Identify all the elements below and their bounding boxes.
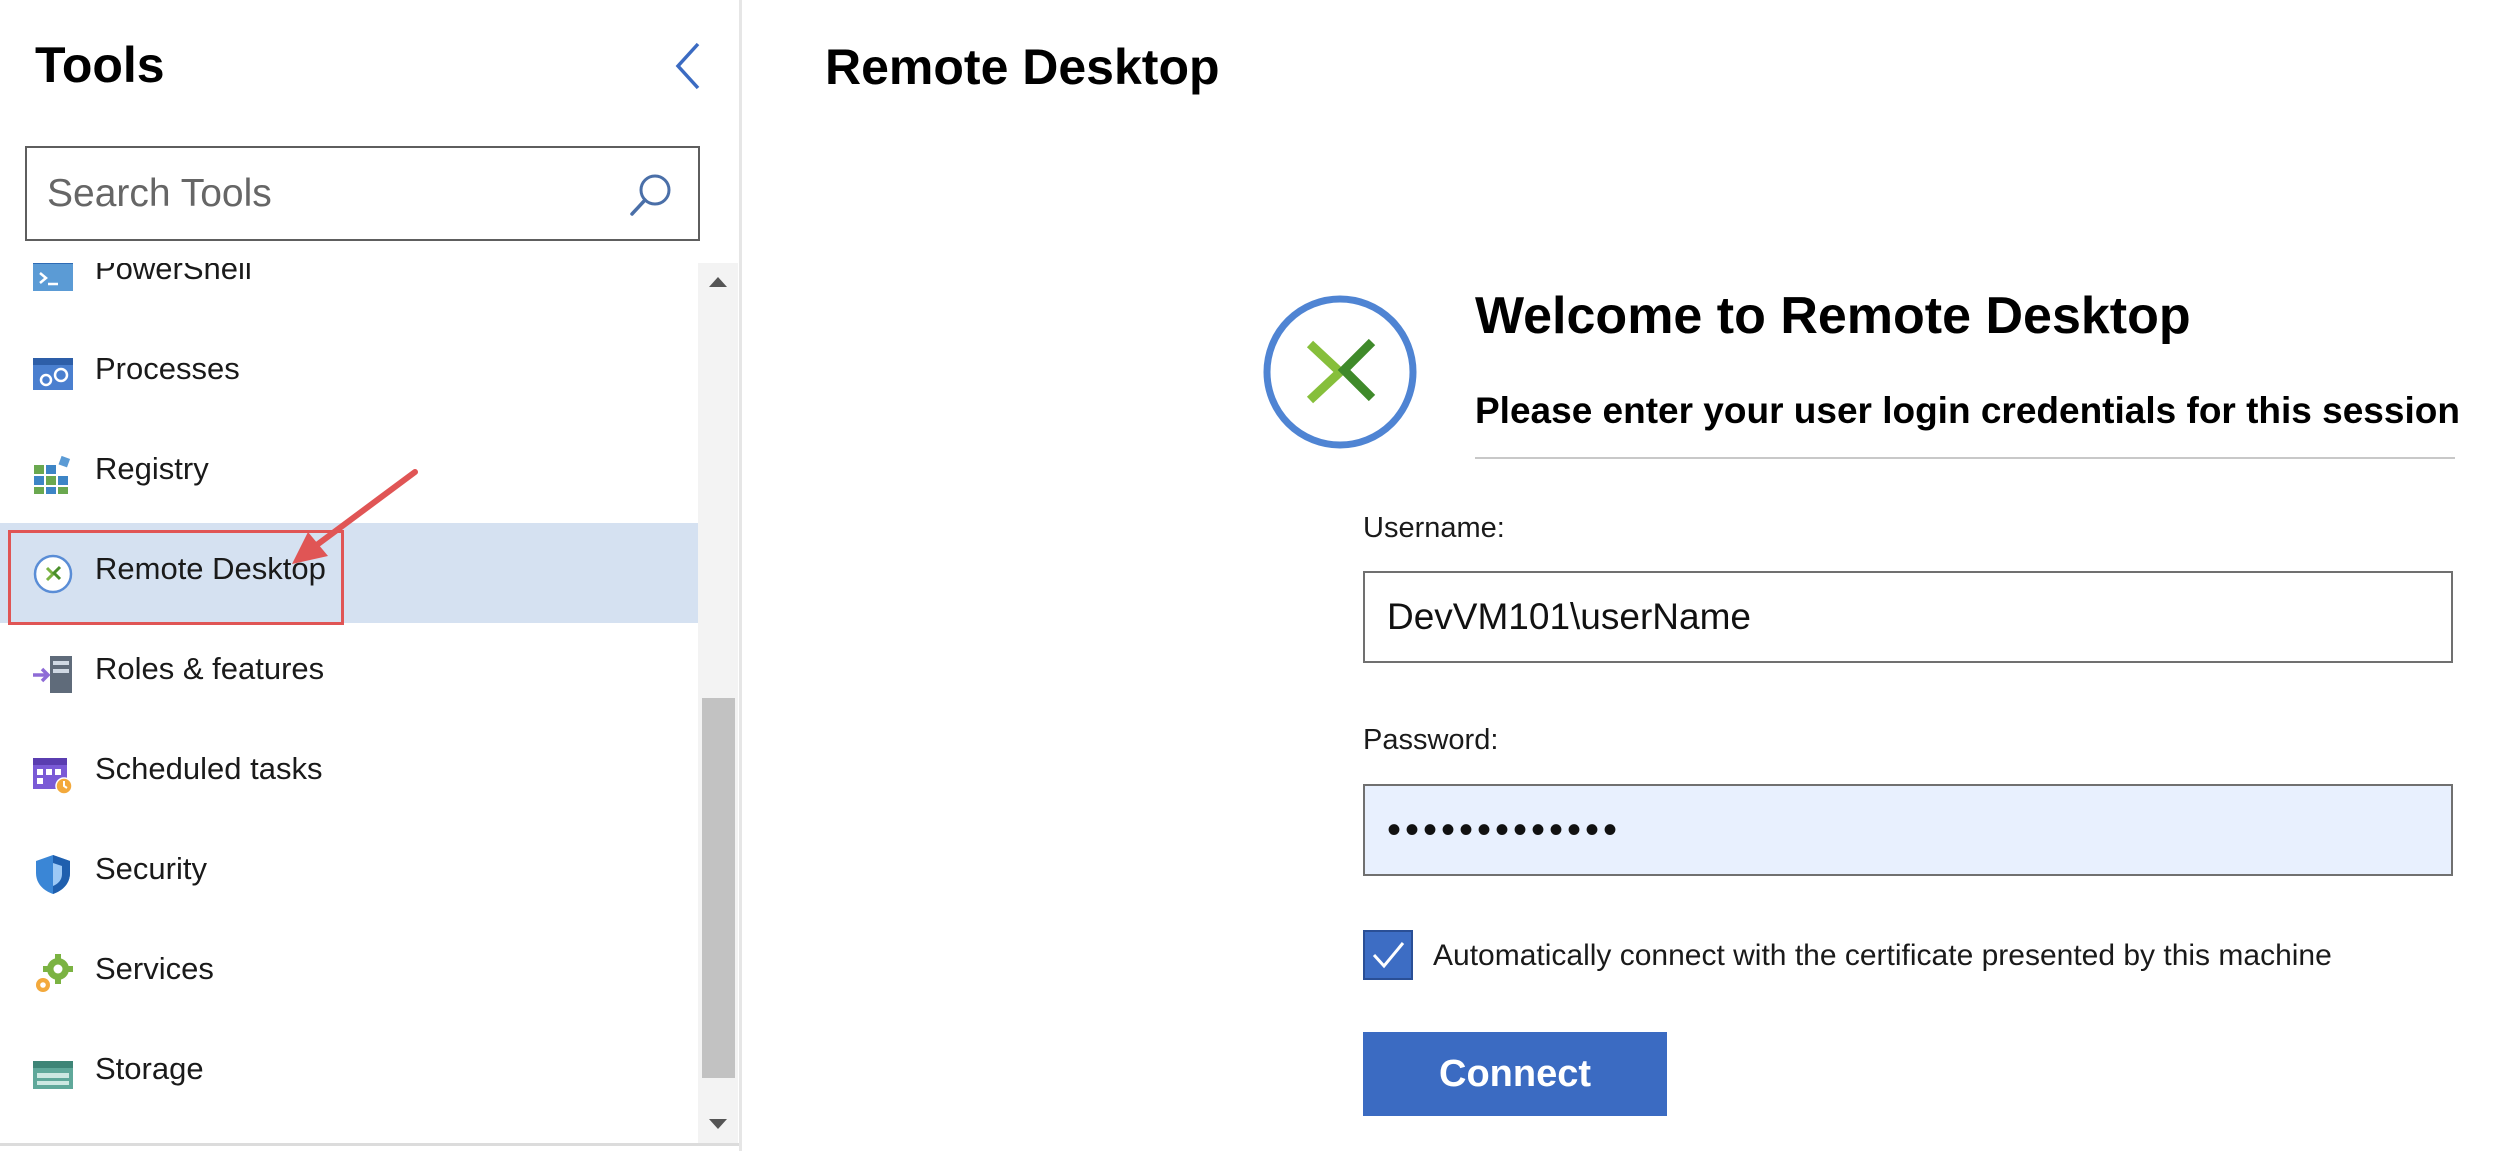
search-icon[interactable] xyxy=(624,168,678,222)
storage-icon xyxy=(33,1061,73,1089)
sidebar-item-services[interactable]: Services xyxy=(0,923,698,1023)
auto-connect-checkbox[interactable] xyxy=(1363,930,1413,980)
sidebar-title: Tools xyxy=(35,37,165,93)
checkmark-icon xyxy=(1372,942,1405,969)
search-tools-input[interactable] xyxy=(47,162,607,226)
page-title: Remote Desktop xyxy=(825,39,1220,95)
shield-icon xyxy=(36,855,70,894)
sidebar-item-label: PowerShell xyxy=(95,263,252,286)
chevron-left-icon xyxy=(675,42,700,90)
sidebar-item-label: Security xyxy=(95,851,207,886)
sidebar-item-storage[interactable]: Storage xyxy=(0,1023,698,1123)
scheduled-tasks-icon xyxy=(33,758,73,795)
search-tools-box[interactable] xyxy=(25,146,700,241)
password-field[interactable]: ••••••••••••• xyxy=(1363,784,2453,876)
collapse-sidebar-button[interactable] xyxy=(664,38,714,94)
sidebar-item-scheduled-tasks[interactable]: Scheduled tasks xyxy=(0,723,698,823)
sidebar-item-security[interactable]: Security xyxy=(0,823,698,923)
sidebar-item-label: Registry xyxy=(95,451,209,486)
registry-icon xyxy=(34,455,71,494)
welcome-subheading: Please enter your user login credentials… xyxy=(1475,390,2460,431)
services-gear-icon xyxy=(36,954,73,992)
sidebar-item-label: Scheduled tasks xyxy=(95,751,323,786)
sidebar-bottom-border xyxy=(0,1143,740,1146)
sidebar-item-powershell[interactable]: PowerShell xyxy=(0,263,698,323)
divider xyxy=(1475,457,2455,459)
sidebar-item-label: Processes xyxy=(95,351,240,386)
callout-arrow-icon xyxy=(292,469,418,564)
auto-connect-label: Automatically connect with the certifica… xyxy=(1433,939,2332,972)
sidebar-item-processes[interactable]: Processes xyxy=(0,323,698,423)
sidebar-item-roles-features[interactable]: Roles & features xyxy=(0,623,698,723)
powershell-icon xyxy=(33,263,73,291)
processes-icon xyxy=(33,358,73,390)
sidebar-item-label: Roles & features xyxy=(95,651,325,686)
scroll-up-arrow-icon[interactable] xyxy=(698,263,738,303)
remote-desktop-logo-icon xyxy=(1263,295,1417,449)
username-label: Username: xyxy=(1363,512,1505,544)
password-label: Password: xyxy=(1363,724,1499,756)
tools-sidebar: Tools PowerShell xyxy=(0,0,741,1151)
roles-features-icon xyxy=(33,656,72,693)
connect-button[interactable]: Connect xyxy=(1363,1032,1667,1116)
scroll-down-arrow-icon[interactable] xyxy=(698,1103,738,1143)
sidebar-item-label: Services xyxy=(95,951,214,986)
sidebar-item-label: Storage xyxy=(95,1051,204,1086)
tool-list: PowerShell Processes Registry Remote Des… xyxy=(0,263,698,1143)
scroll-thumb[interactable] xyxy=(702,698,735,1078)
username-field[interactable] xyxy=(1363,571,2453,663)
sidebar-divider xyxy=(739,0,742,1151)
tool-list-scrollbar[interactable] xyxy=(698,263,738,1143)
welcome-heading: Welcome to Remote Desktop xyxy=(1475,287,2191,345)
